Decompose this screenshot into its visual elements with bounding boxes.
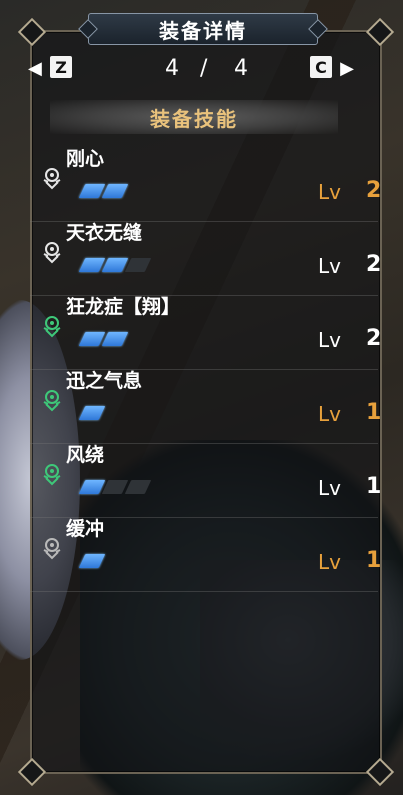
section-header-skills: 装备技能 <box>50 100 338 134</box>
skill-name: 狂龙症【翔】 <box>66 296 181 318</box>
skill-name: 缓冲 <box>66 518 105 540</box>
skill-point-filled <box>101 184 129 198</box>
level-label: Lv <box>318 328 341 352</box>
green-skill-icon <box>40 462 64 486</box>
page-navigator: ◀ Z 4 / 4 C ▶ <box>28 56 354 82</box>
level-label: Lv <box>318 476 341 500</box>
skill-name: 风绕 <box>66 444 105 466</box>
skill-row[interactable]: 刚心 Lv 2 <box>30 146 382 222</box>
total-pages: 4 <box>234 56 248 81</box>
skill-row[interactable]: 迅之气息 Lv 1 <box>30 368 382 444</box>
level-label: Lv <box>318 180 341 204</box>
skill-level-bars <box>78 332 129 348</box>
row-divider <box>30 591 378 592</box>
skill-level-value: 1 <box>366 548 382 573</box>
skill-name: 刚心 <box>66 148 105 170</box>
skill-point-empty <box>124 258 152 272</box>
skill-level-value: 2 <box>366 178 382 203</box>
skill-point-filled <box>78 554 106 568</box>
skill-point-filled <box>101 332 129 346</box>
skill-level-bars <box>78 258 152 274</box>
skill-row[interactable]: 狂龙症【翔】 Lv 2 <box>30 294 382 370</box>
level-label: Lv <box>318 402 341 426</box>
arrow-right-icon[interactable]: ▶ <box>340 58 354 79</box>
arrow-left-icon[interactable]: ◀ <box>28 58 42 79</box>
skill-level-bars <box>78 480 152 496</box>
green-skill-icon <box>40 388 64 412</box>
prev-page-key[interactable]: Z <box>50 56 72 78</box>
skill-row[interactable]: 缓冲 Lv 1 <box>30 516 382 592</box>
skill-level-value: 2 <box>366 326 382 351</box>
skill-level-bars <box>78 554 106 570</box>
level-label: Lv <box>318 550 341 574</box>
page-separator: / <box>200 56 208 81</box>
skill-name: 迅之气息 <box>66 370 143 392</box>
current-page: 4 <box>165 56 179 81</box>
skill-row[interactable]: 天衣无缝 Lv 2 <box>30 220 382 296</box>
skill-level-value: 2 <box>366 252 382 277</box>
skill-level-bars <box>78 406 106 422</box>
gray-skill-icon <box>40 536 64 560</box>
green-skill-icon <box>40 314 64 338</box>
level-label: Lv <box>318 254 341 278</box>
skill-level-bars <box>78 184 129 200</box>
skill-level-value: 1 <box>366 474 382 499</box>
skill-row[interactable]: 风绕 Lv 1 <box>30 442 382 518</box>
panel-title: 装备详情 <box>88 13 318 45</box>
white-skill-icon <box>40 166 64 190</box>
skill-point-empty <box>124 480 152 494</box>
skill-level-value: 1 <box>366 400 382 425</box>
white-skill-icon <box>40 240 64 264</box>
skill-name: 天衣无缝 <box>66 222 143 244</box>
next-page-key[interactable]: C <box>310 56 332 78</box>
skill-point-filled <box>78 406 106 420</box>
